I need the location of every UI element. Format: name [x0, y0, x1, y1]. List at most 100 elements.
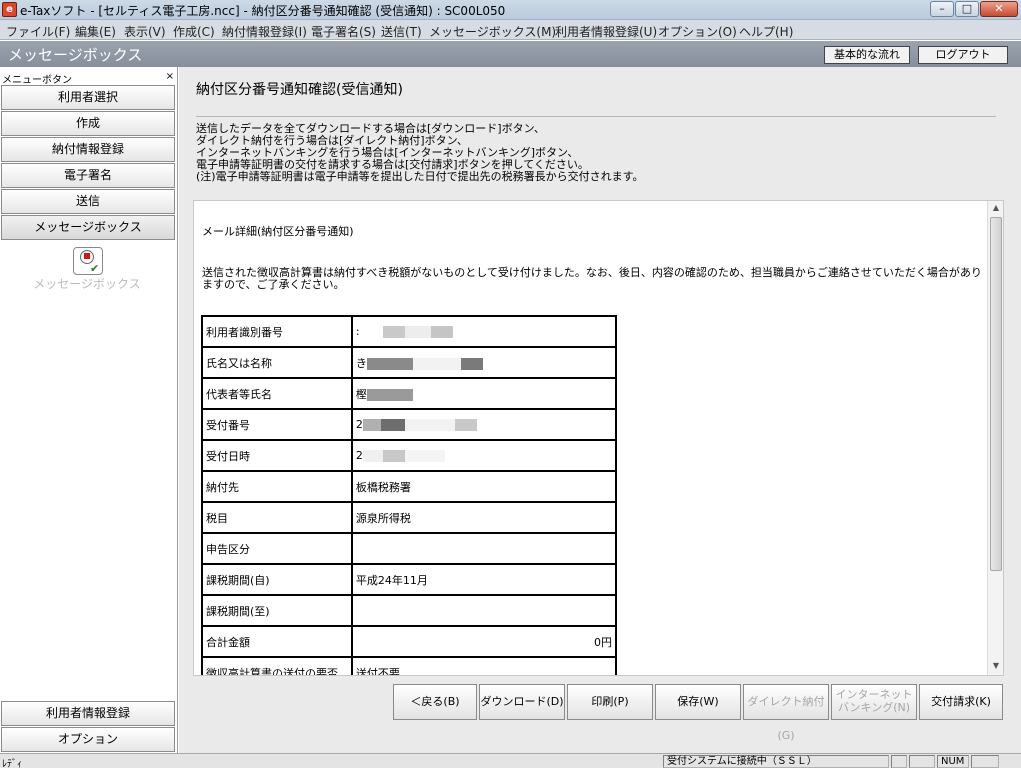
row-value: 板橋税務署 [350, 470, 618, 503]
redacted-block [454, 419, 477, 431]
row-value-text: 樫 [355, 387, 367, 401]
row-value-text: : [355, 325, 360, 338]
header-band: メッセージボックス 基本的な流れ ログアウト [0, 41, 1021, 67]
internet-banking-label-1: インターネット [835, 688, 913, 701]
window-title: e-Taxソフト - [セルティス電子工房.ncc] - 納付区分番号通知確認 … [20, 4, 506, 18]
notice-text: 送信された徴収高計算書は納付すべき税額がないものとして受け付けました。なお、後日… [202, 266, 982, 291]
table-row: 課税期間(至) [201, 594, 618, 627]
row-value-text: 2 [355, 449, 363, 462]
sidebar-item-create[interactable]: 作成 [1, 111, 175, 136]
title-divider [196, 116, 996, 117]
table-row: 利用者識別番号 : [201, 315, 618, 348]
sidebar-item-messagebox[interactable]: メッセージボックス [1, 215, 175, 240]
save-button[interactable]: 保存(W) [655, 684, 741, 720]
table-row: 税目 源泉所得税 [201, 501, 618, 534]
row-label: 代表者等氏名 [201, 377, 353, 410]
menu-view[interactable]: 表示(V) [124, 23, 166, 40]
direct-payment-button[interactable]: ダイレクト納付(G) [743, 684, 829, 742]
sidebar-close-icon[interactable]: × [166, 71, 174, 82]
redacted-block [382, 450, 405, 462]
redacted-block [362, 419, 381, 431]
table-row: 徴収高計算書の送付の要否 送付不要 [201, 656, 618, 675]
redacted-block [460, 357, 483, 370]
row-label: 徴収高計算書の送付の要否 [201, 656, 353, 675]
menu-bar: ファイル(F) 編集(E) 表示(V) 作成(C) 納付情報登録(I) 電子署名… [0, 20, 1021, 40]
back-button[interactable]: ＜戻る(B) [393, 684, 477, 720]
row-label: 利用者識別番号 [201, 315, 353, 348]
basic-flow-button[interactable]: 基本的な流れ [824, 46, 910, 64]
row-label: 受付番号 [201, 408, 353, 441]
messagebox-icon[interactable]: ✔ [73, 247, 103, 275]
redacted-block [362, 450, 383, 462]
minimize-button[interactable]: – [930, 1, 954, 17]
menu-create[interactable]: 作成(C) [173, 23, 215, 40]
menu-messagebox[interactable]: メッセージボックス(M) [429, 23, 556, 40]
messagebox-icon-label[interactable]: メッセージボックス [0, 275, 174, 292]
row-label: 合計金額 [201, 625, 353, 658]
row-value-text: き [355, 356, 367, 370]
status-num: NUM [937, 755, 969, 768]
sidebar: メニューボタン × 利用者選択 作成 納付情報登録 電子署名 送信 メッセージボ… [0, 67, 178, 753]
redacted-block [366, 357, 413, 370]
sidebar-item-send[interactable]: 送信 [1, 189, 175, 214]
scroll-thumb[interactable] [990, 217, 1002, 571]
status-bar: ﾚﾃﾞｨ 受付システムに接続中（ＳＳＬ） NUM [0, 753, 1021, 770]
redacted-block [383, 326, 406, 338]
logout-button[interactable]: ログアウト [918, 46, 1008, 64]
sidebar-item-signature[interactable]: 電子署名 [1, 163, 175, 188]
mail-detail-panel[interactable]: メール詳細(納付区分番号通知) 送信された徴収高計算書は納付すべき税額がないもの… [193, 200, 1004, 676]
menu-options[interactable]: オプション(O) [658, 23, 737, 40]
row-label: 納付先 [201, 470, 353, 503]
redacted-block [380, 419, 405, 431]
status-cell-empty [971, 755, 999, 768]
redacted-block [431, 326, 454, 338]
sidebar-item-user-registration[interactable]: 利用者情報登録 [1, 701, 175, 726]
row-label: 税目 [201, 501, 353, 534]
menu-signature[interactable]: 電子署名(S) [311, 23, 376, 40]
internet-banking-button[interactable]: インターネット バンキング(N) [831, 684, 917, 720]
check-icon: ✔ [90, 262, 100, 275]
row-value [350, 594, 618, 627]
menu-help[interactable]: ヘルプ(H) [739, 23, 793, 40]
row-value: 源泉所得税 [350, 501, 618, 534]
row-value [350, 532, 618, 565]
row-value: 樫 [350, 377, 618, 410]
scroll-down-icon[interactable]: ▼ [988, 659, 1003, 673]
menu-edit[interactable]: 編集(E) [75, 23, 116, 40]
sidebar-item-user-select[interactable]: 利用者選択 [1, 85, 175, 110]
redacted-block [405, 326, 432, 338]
sidebar-item-options[interactable]: オプション [1, 727, 175, 752]
menu-user-info[interactable]: 利用者情報登録(U) [555, 23, 657, 40]
row-value: 平成24年11月 [350, 563, 618, 596]
mail-detail-title: メール詳細(納付区分番号通知) [202, 225, 354, 238]
row-label: 課税期間(至) [201, 594, 353, 627]
redacted-block [412, 357, 461, 370]
row-value: : [350, 315, 618, 348]
row-label: 受付日時 [201, 439, 353, 472]
row-value: 0円 [350, 625, 618, 658]
redacted-block [404, 450, 445, 462]
close-button[interactable]: ✕ [980, 1, 1018, 17]
page-title: 納付区分番号通知確認(受信通知) [196, 82, 403, 98]
menu-payment-info[interactable]: 納付情報登録(I) [222, 23, 307, 40]
section-title: メッセージボックス [8, 46, 143, 64]
table-row: 課税期間(自) 平成24年11月 [201, 563, 618, 596]
status-cell-empty [909, 755, 935, 768]
vertical-scrollbar[interactable]: ▲ ▼ [987, 201, 1003, 675]
menu-send[interactable]: 送信(T) [381, 23, 422, 40]
main-panel: 納付区分番号通知確認(受信通知) 送信したデータを全てダウンロードする場合は[ダ… [179, 67, 1021, 753]
scroll-up-icon[interactable]: ▲ [988, 201, 1003, 215]
menu-file[interactable]: ファイル(F) [6, 23, 70, 40]
table-row: 合計金額 0円 [201, 625, 618, 658]
table-row: 代表者等氏名 樫 [201, 377, 618, 410]
app-icon: e [2, 2, 17, 17]
sidebar-item-payment-info[interactable]: 納付情報登録 [1, 137, 175, 162]
sidebar-heading: メニューボタン × [2, 71, 174, 86]
row-label: 氏名又は名称 [201, 346, 353, 379]
row-label: 申告区分 [201, 532, 353, 565]
request-certificate-button[interactable]: 交付請求(K) [919, 684, 1003, 720]
print-button[interactable]: 印刷(P) [567, 684, 653, 720]
table-row: 納付先 板橋税務署 [201, 470, 618, 503]
download-button[interactable]: ダウンロード(D) [479, 684, 565, 720]
maximize-button[interactable]: □ [955, 1, 979, 17]
